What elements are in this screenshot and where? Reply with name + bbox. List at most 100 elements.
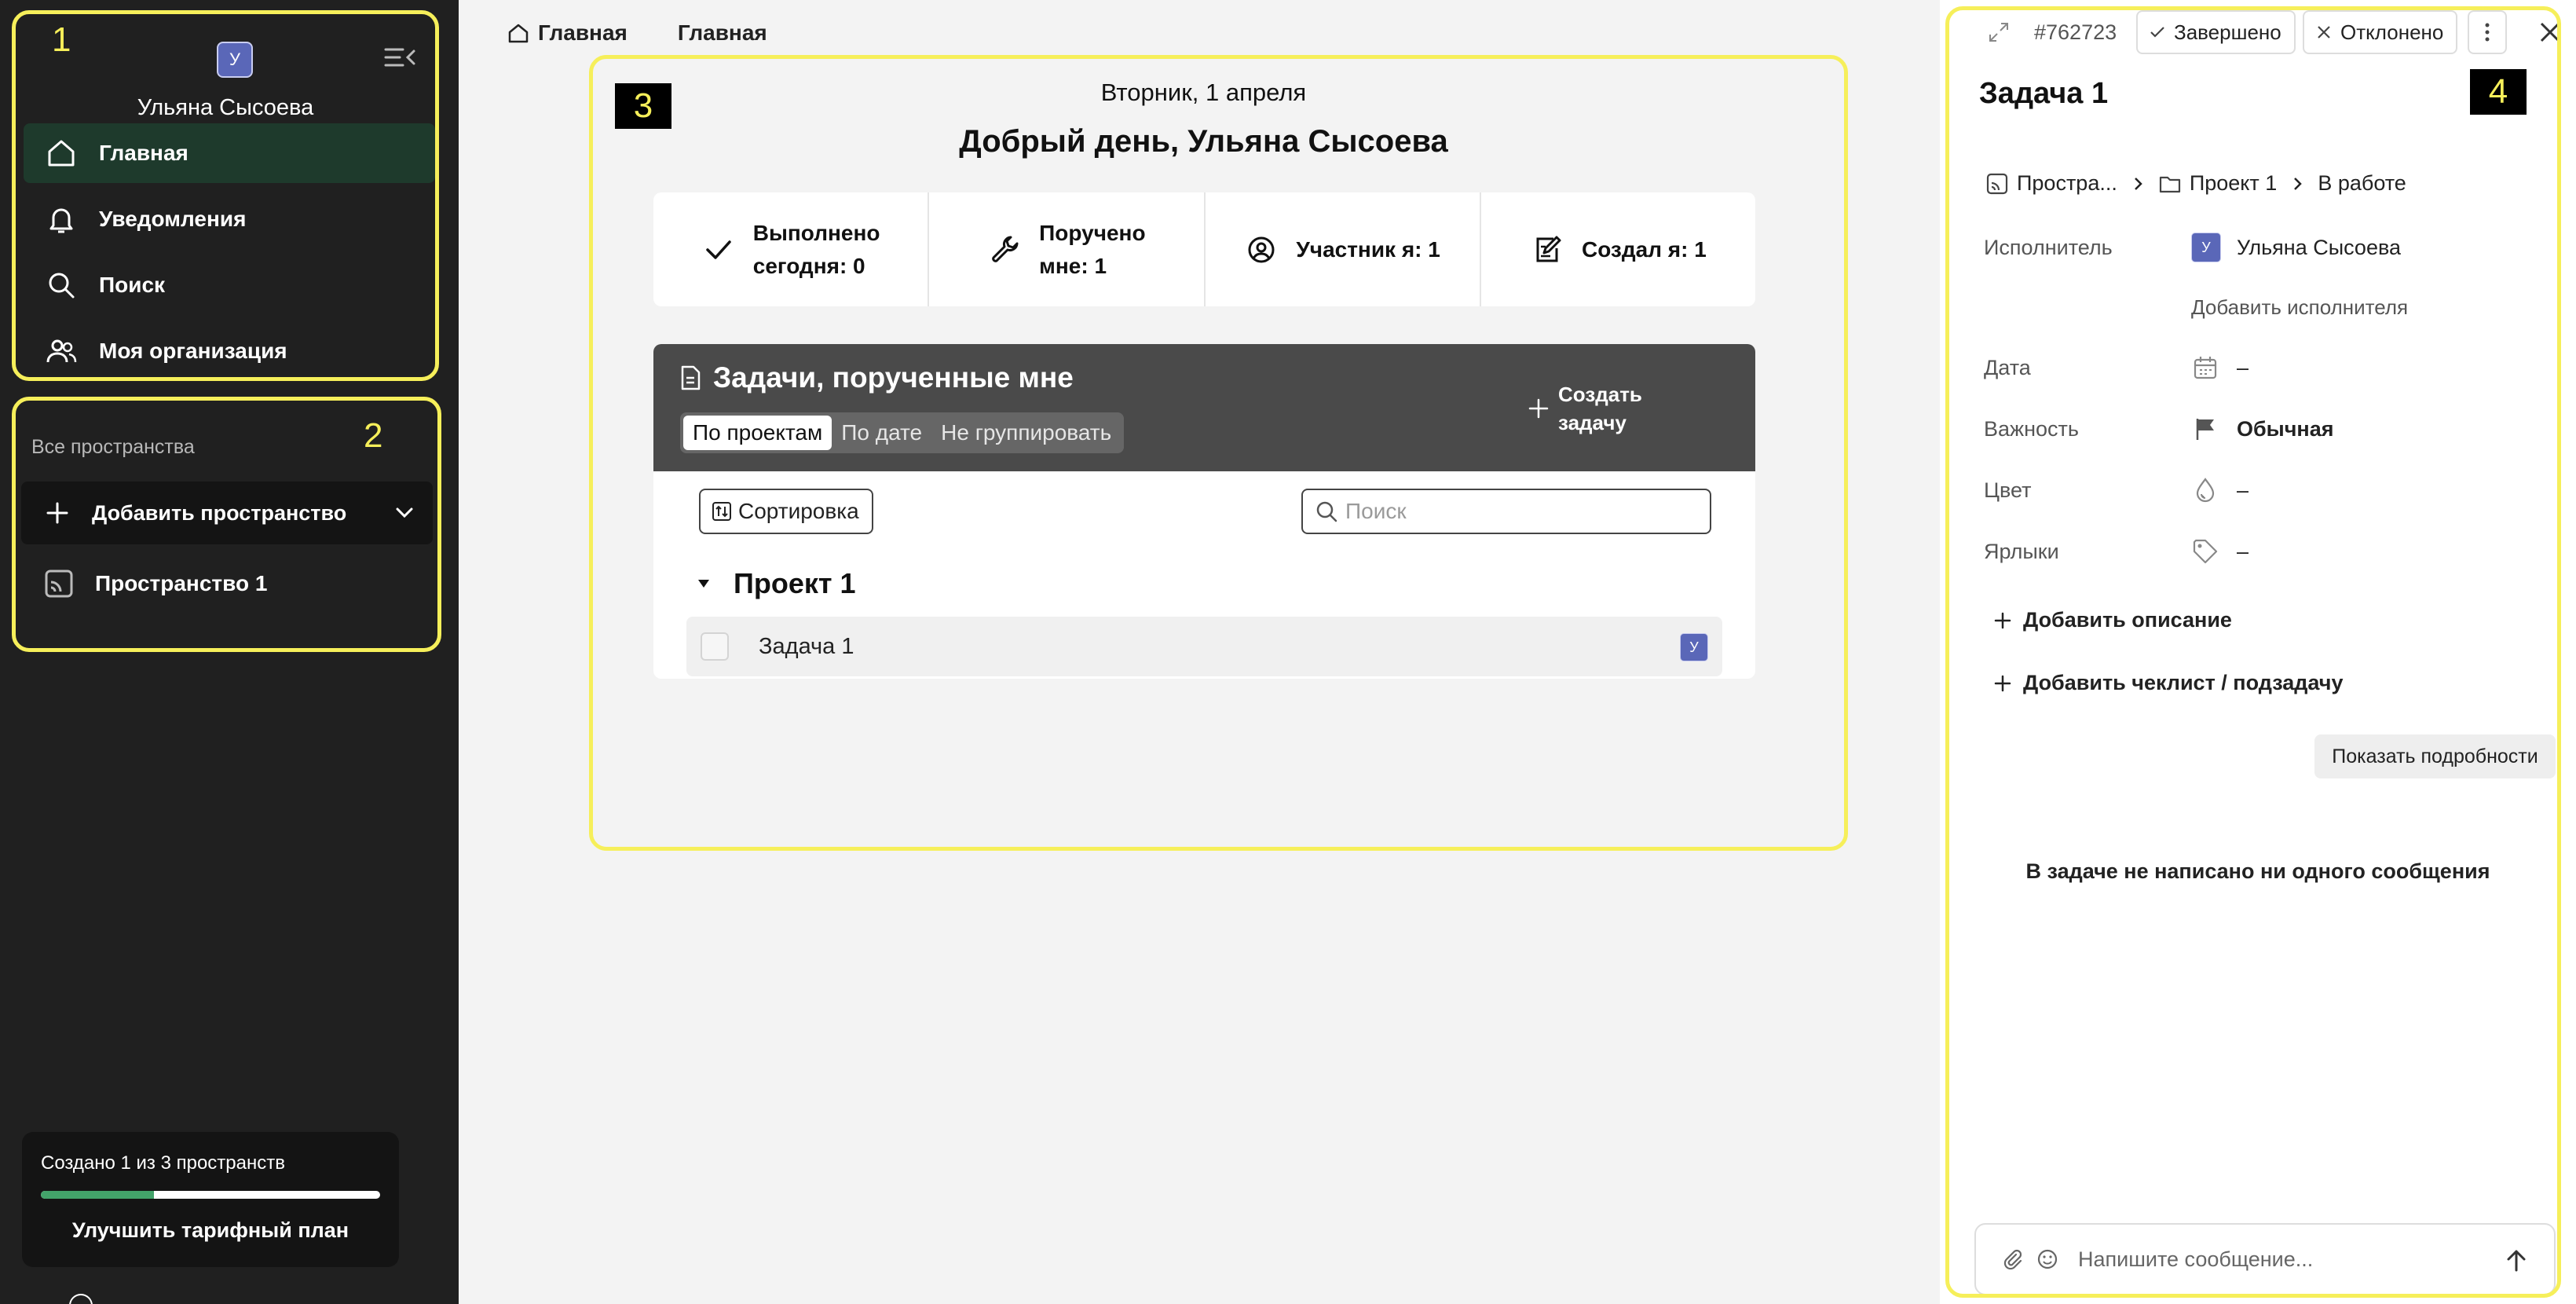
executor-value[interactable]: У Ульяна Сысоева — [2191, 233, 2401, 262]
task-detail-panel: #762723 Завершено Отклонено Задача 1 Про… — [1940, 0, 2576, 1304]
sort-icon — [712, 502, 731, 521]
nav-item-organization[interactable]: Моя организация — [24, 321, 435, 381]
expand-icon[interactable] — [1987, 20, 2011, 44]
drop-icon — [2196, 478, 2215, 503]
reject-button[interactable]: Отклонено — [2303, 10, 2458, 54]
avatar: У — [1680, 633, 1708, 661]
tags-row: Ярлыки – — [1984, 537, 2249, 566]
edit-icon — [1536, 236, 1561, 262]
nav-item-home[interactable]: Главная — [24, 123, 435, 183]
tags-label: Ярлыки — [1984, 539, 2059, 563]
plan-card: Создано 1 из 3 пространств Улучшить тари… — [22, 1132, 399, 1267]
chevron-down-icon[interactable] — [390, 499, 419, 527]
stat-label: Создал я: 1 — [1581, 236, 1707, 262]
calendar-icon — [2194, 357, 2217, 379]
project-group-header[interactable]: Проект 1 — [696, 567, 856, 600]
user-section: У Ульяна Сысоева Главная Уведомления Пои… — [12, 10, 439, 381]
add-executor-link[interactable]: Добавить исполнителя — [2191, 295, 2408, 320]
mark-done-button[interactable]: Завершено — [2136, 10, 2296, 54]
send-icon[interactable] — [2502, 1247, 2530, 1275]
stat-done-today[interactable]: Выполнено сегодня: 0 — [653, 192, 930, 306]
priority-row: Важность Обычная — [1984, 415, 2334, 443]
stats-bar: Выполнено сегодня: 0 Поручено мне: 1 Участ… — [653, 192, 1755, 306]
emoji-icon[interactable] — [2036, 1247, 2059, 1271]
caret-down-icon — [698, 580, 709, 588]
more-options-button[interactable] — [2468, 10, 2507, 54]
add-checklist-label: Добавить чеклист / подзадачу — [2023, 671, 2344, 694]
task-id: #762723 — [2034, 20, 2117, 44]
plus-icon — [1528, 398, 1549, 419]
breadcrumb-item[interactable]: Главная — [538, 20, 628, 46]
wrench-icon — [992, 236, 1019, 262]
create-task-button[interactable]: Создать задачу — [1525, 380, 1642, 437]
bell-icon — [49, 208, 73, 233]
empty-messages-text: В задаче не написано ни одного сообщения — [2025, 859, 2490, 883]
nav-item-notifications[interactable]: Уведомления — [24, 189, 435, 249]
home-icon — [508, 24, 529, 43]
task-title[interactable]: Задача 1 — [1979, 77, 2108, 111]
home-icon — [48, 140, 75, 167]
color-value-text: – — [2237, 478, 2249, 502]
sidebar: У Ульяна Сысоева Главная Уведомления Пои… — [0, 0, 459, 1304]
upgrade-plan-button[interactable]: Улучшить тарифный план — [22, 1218, 399, 1243]
color-value[interactable]: – — [2191, 476, 2249, 504]
add-description-label: Добавить описание — [2023, 608, 2232, 632]
tags-value[interactable]: – — [2191, 537, 2249, 566]
tasks-search[interactable] — [1301, 489, 1711, 534]
close-panel-icon[interactable] — [2537, 19, 2563, 46]
tab-by-project[interactable]: По проектам — [683, 416, 832, 450]
collapse-sidebar-icon[interactable] — [382, 43, 417, 71]
annotation-number-2: 2 — [364, 416, 383, 455]
space-icon — [1986, 173, 2008, 194]
nav-label: Моя организация — [99, 339, 287, 363]
priority-value[interactable]: Обычная — [2191, 415, 2334, 443]
create-task-label: задачу — [1558, 411, 1626, 434]
sidebar-item-space-1[interactable]: Пространство 1 — [21, 559, 433, 609]
avatar: У — [2191, 233, 2221, 262]
users-icon — [46, 339, 77, 363]
plus-icon — [1994, 675, 2011, 691]
stat-label: Выполнено — [752, 220, 880, 245]
help-icon[interactable] — [69, 1294, 93, 1304]
search-icon — [1316, 501, 1337, 522]
space-label: Пространство 1 — [95, 571, 268, 595]
task-checkbox[interactable] — [701, 632, 729, 661]
breadcrumb: Главная Главная — [507, 20, 767, 46]
sort-button[interactable]: Сортировка — [699, 489, 873, 534]
path-project[interactable]: Проект 1 — [2190, 171, 2277, 196]
tab-by-date[interactable]: По дате — [832, 416, 931, 450]
tab-no-grouping[interactable]: Не группировать — [931, 416, 1121, 450]
stat-created-by-me[interactable]: Создал я: 1 — [1481, 192, 1755, 306]
add-space-label: Добавить пространство — [92, 500, 347, 525]
nav-item-search[interactable]: Поиск — [24, 255, 435, 315]
path-status[interactable]: В работе — [2318, 171, 2406, 196]
breadcrumb-item[interactable]: Главная — [678, 20, 767, 46]
path-space[interactable]: Простра... — [2017, 171, 2117, 196]
grouping-tabs: По проектам По дате Не группировать — [680, 412, 1125, 453]
add-checklist-button[interactable]: Добавить чеклист / подзадачу — [1992, 671, 2343, 695]
spaces-label: Все пространства — [31, 436, 195, 458]
flag-icon — [2196, 419, 2214, 440]
add-space-button[interactable]: Добавить пространство — [21, 482, 433, 544]
avatar[interactable]: У — [217, 42, 253, 78]
tasks-card-title-text: Задачи, порученные мне — [713, 361, 1074, 394]
close-icon — [2318, 26, 2330, 38]
check-icon — [2150, 27, 2164, 38]
color-row: Цвет – — [1984, 476, 2249, 504]
color-label: Цвет — [1984, 478, 2032, 502]
show-details-button[interactable]: Показать подробности — [2314, 734, 2556, 778]
search-input[interactable] — [1345, 499, 1691, 524]
search-icon — [49, 273, 75, 299]
date-row: Дата – — [1984, 353, 2249, 382]
paperclip-icon[interactable] — [2001, 1247, 2025, 1271]
add-description-button[interactable]: Добавить описание — [1992, 608, 2232, 632]
date-value[interactable]: – — [2191, 353, 2249, 382]
plan-progress-fill — [41, 1191, 154, 1199]
message-input[interactable] — [2078, 1247, 2471, 1272]
task-row[interactable]: Задача 1 У — [686, 617, 1722, 676]
stat-participant[interactable]: Участник я: 1 — [1206, 192, 1481, 306]
date-label: Дата — [1984, 355, 2031, 379]
stat-assigned-to-me[interactable]: Поручено мне: 1 — [929, 192, 1206, 306]
stat-value: мне: 1 — [1039, 253, 1107, 278]
executor-label: Исполнитель — [1984, 235, 2113, 259]
